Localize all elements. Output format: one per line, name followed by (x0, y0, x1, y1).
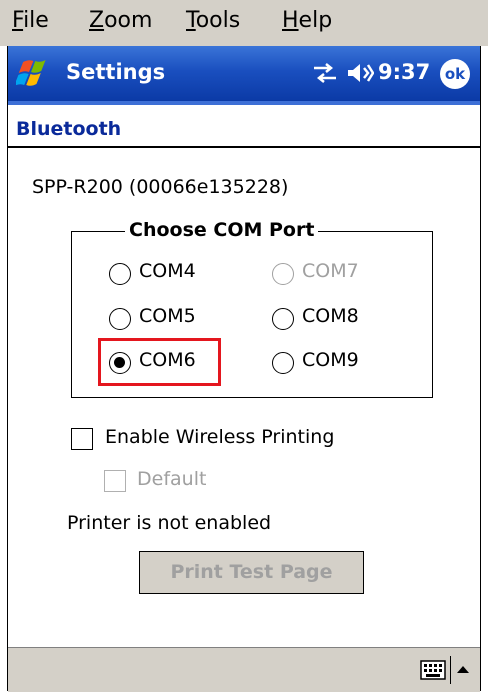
enable-wireless-checkbox[interactable] (71, 428, 93, 450)
menu-zoom-label: oom (104, 8, 153, 33)
connectivity-icon[interactable] (312, 62, 338, 84)
radio-com8[interactable] (272, 308, 294, 330)
sip-separator (450, 656, 451, 684)
menu-help[interactable]: Help (282, 8, 332, 33)
ok-button[interactable]: ok (440, 59, 470, 89)
print-test-page-button[interactable]: Print Test Page (139, 551, 364, 594)
menu-file-mnemonic: F (12, 8, 24, 33)
device-name: SPP-R200 (00066e135228) (32, 176, 289, 198)
menu-tools-label: ools (195, 8, 241, 33)
page-subtitle: Bluetooth (16, 118, 122, 140)
radio-com7[interactable] (272, 263, 294, 285)
titlebar-edge (8, 101, 480, 105)
radio-com9[interactable] (272, 352, 294, 374)
keyboard-icon[interactable] (420, 660, 446, 680)
menu-help-mnemonic: H (282, 8, 299, 33)
radio-com9-label[interactable]: COM9 (302, 349, 359, 371)
radio-com8-label[interactable]: COM8 (302, 305, 359, 327)
sip-arrow-up-icon[interactable] (455, 660, 471, 680)
menu-zoom-mnemonic: Z (89, 8, 105, 33)
enable-wireless-label[interactable]: Enable Wireless Printing (105, 426, 334, 448)
com-port-legend: Choose COM Port (125, 219, 319, 241)
menu-tools[interactable]: Tools (186, 8, 240, 33)
clock[interactable]: 9:37 (378, 60, 430, 84)
default-checkbox[interactable] (104, 470, 126, 492)
com6-highlight-box (98, 338, 221, 386)
menu-tools-mnemonic: T (186, 8, 196, 33)
radio-com5-label[interactable]: COM5 (139, 305, 196, 327)
bottom-command-bar (8, 647, 480, 692)
menu-help-label: elp (298, 8, 333, 33)
radio-com7-label[interactable]: COM7 (302, 260, 359, 282)
radio-com5[interactable] (109, 308, 131, 330)
menu-zoom[interactable]: Zoom (89, 8, 152, 33)
radio-com4[interactable] (109, 263, 131, 285)
device-screen: Settings 9:37 ok Bluetooth SPP-R200 (000… (8, 46, 480, 692)
radio-com4-label[interactable]: COM4 (139, 260, 196, 282)
menu-file[interactable]: File (12, 8, 49, 33)
menu-file-label: ile (23, 8, 49, 33)
printer-status: Printer is not enabled (67, 512, 272, 534)
windows-start-icon[interactable] (16, 58, 52, 90)
title-settings: Settings (66, 60, 166, 84)
titlebar: Settings 9:37 ok (8, 46, 480, 101)
subtitle-divider (8, 146, 480, 148)
default-label[interactable]: Default (137, 468, 206, 490)
host-menubar: File Zoom Tools Help (0, 0, 488, 46)
speaker-icon[interactable] (346, 61, 374, 85)
device-right-border (480, 46, 481, 691)
